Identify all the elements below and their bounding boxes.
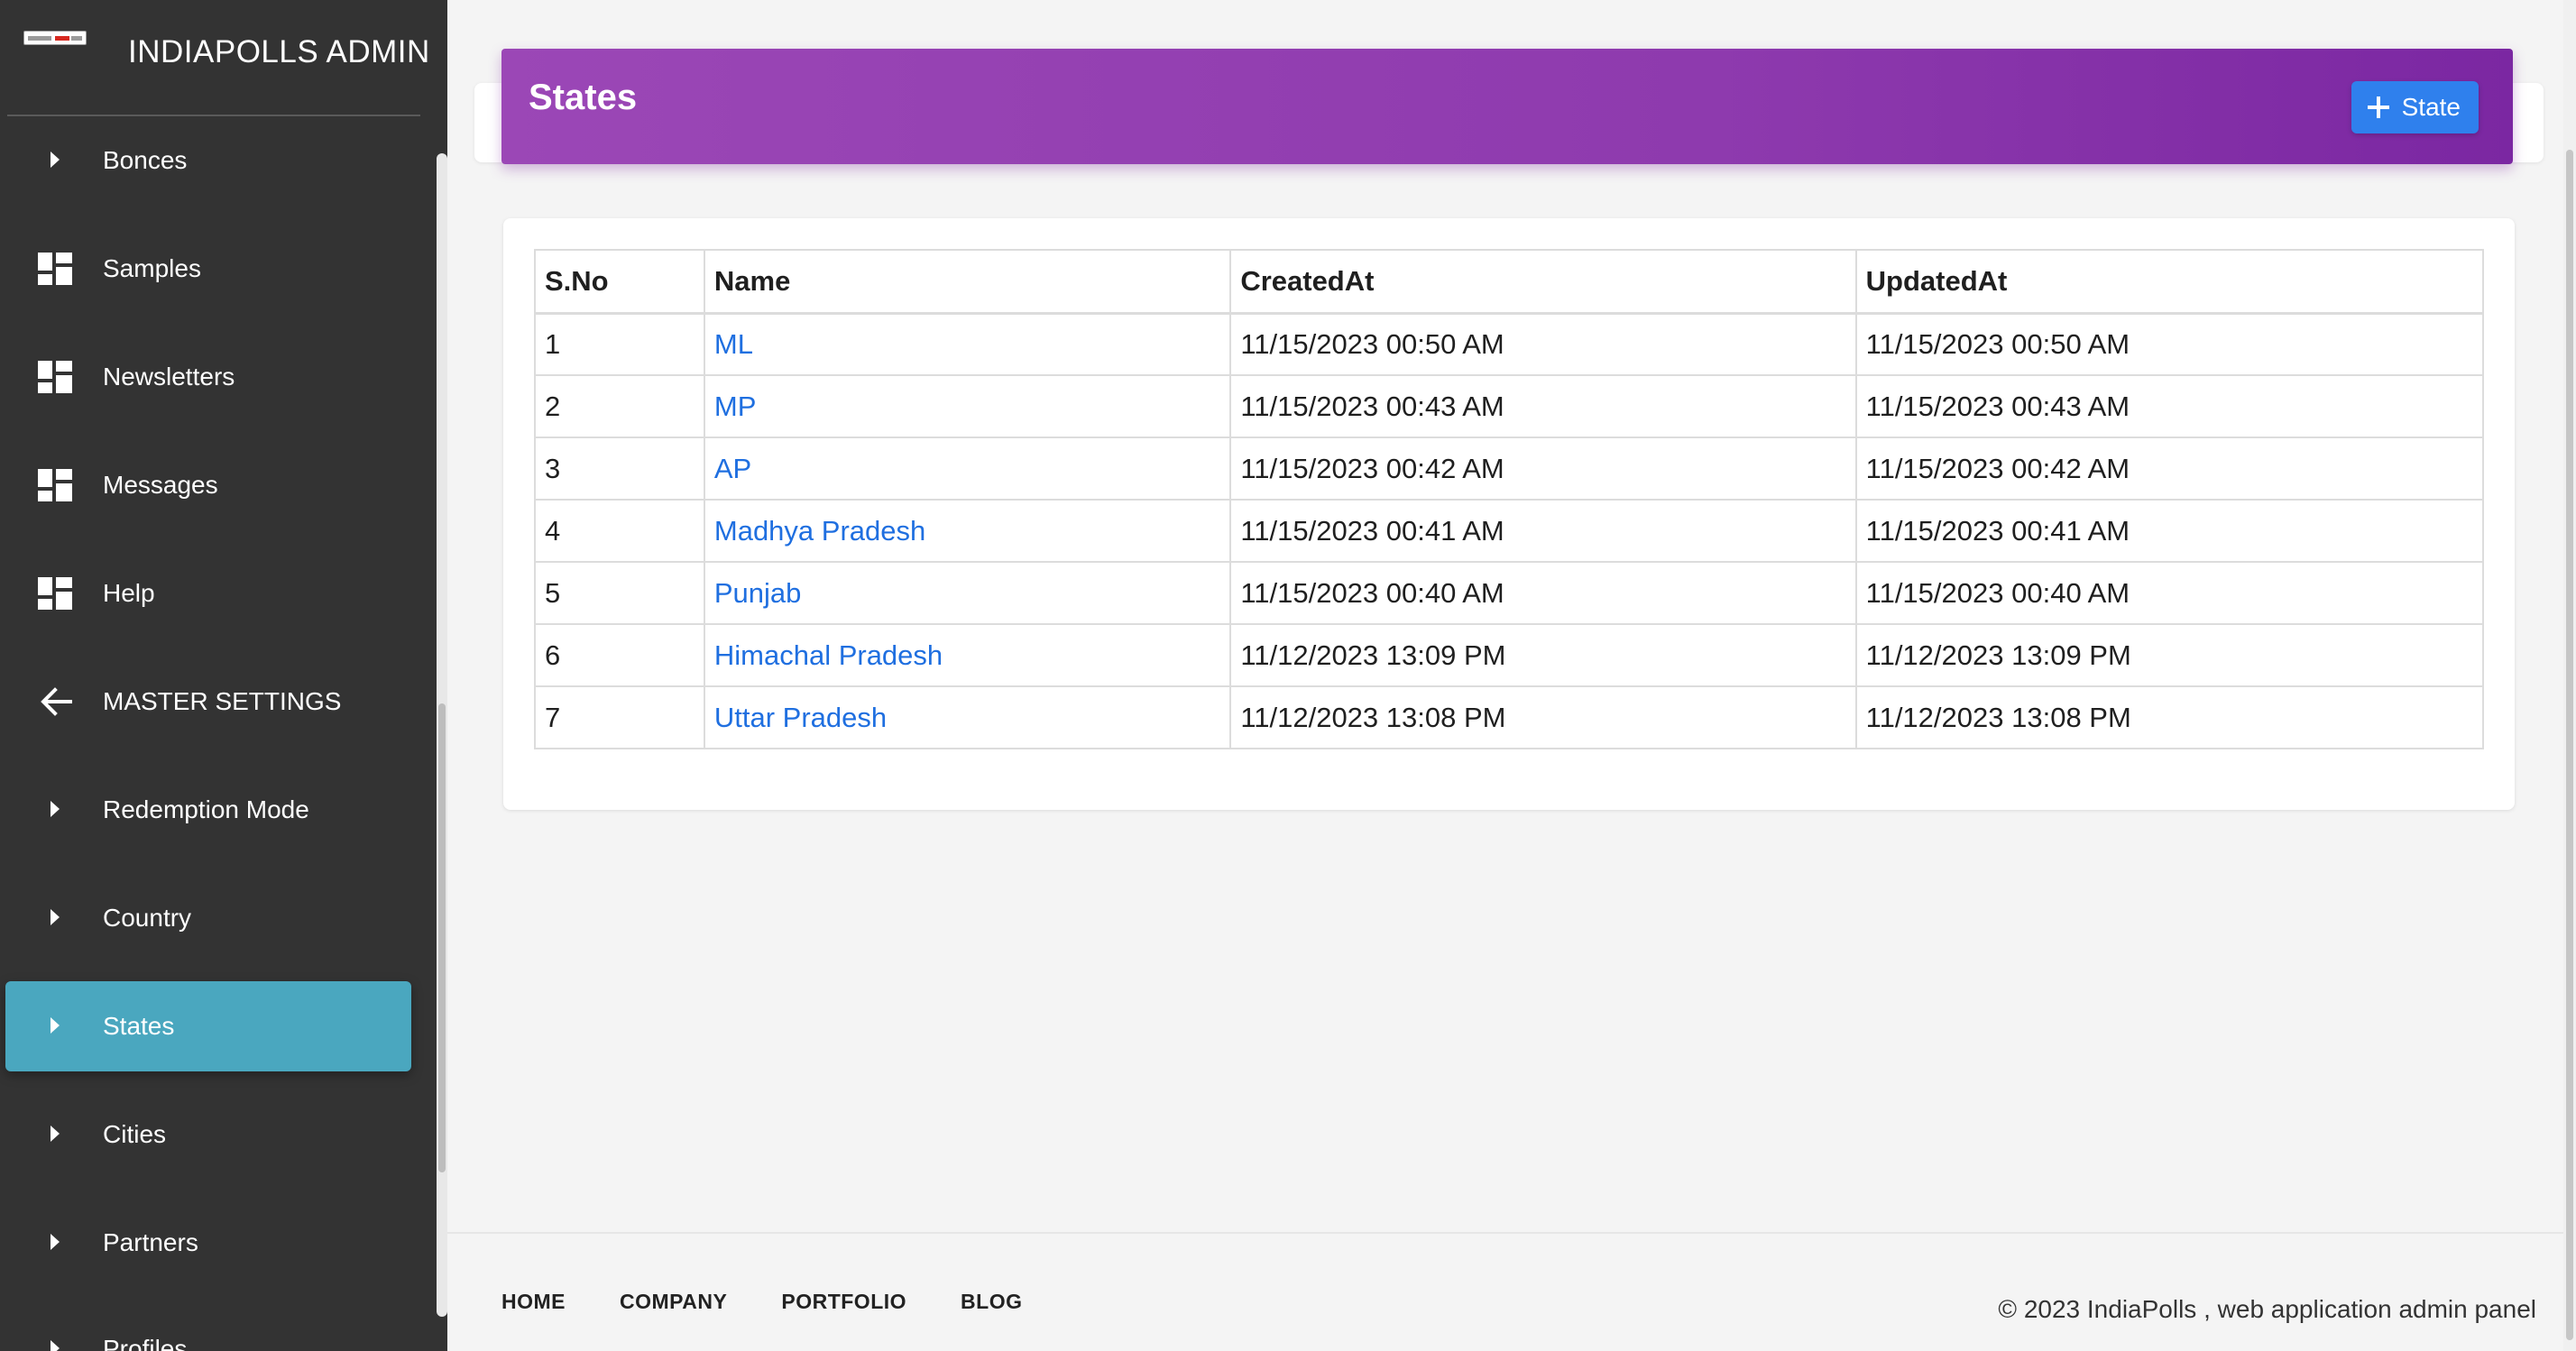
sidebar-item-messages[interactable]: Messages (5, 440, 411, 530)
copyright-text: © 2023 IndiaPolls , web application admi… (1998, 1295, 2536, 1323)
sidebar-item-label: Bonces (103, 146, 188, 174)
footer-link-company[interactable]: COMPANY (620, 1290, 727, 1314)
caret-right-icon (51, 1234, 60, 1250)
caret-right-icon (51, 909, 60, 925)
cell-updated-at: 11/15/2023 00:40 AM (1854, 561, 2485, 625)
sidebar-item-country[interactable]: Country (5, 873, 411, 963)
footer-link-home[interactable]: HOME (501, 1290, 566, 1314)
sidebar-scrollbar-thumb[interactable] (438, 703, 446, 1172)
table-row: 4 Madhya Pradesh 11/15/2023 00:41 AM 11/… (534, 499, 2485, 563)
add-state-button[interactable]: State (2351, 81, 2479, 133)
table-row: 7 Uttar Pradesh 11/12/2023 13:08 PM 11/1… (534, 685, 2485, 749)
table-row: 6 Himachal Pradesh 11/12/2023 13:09 PM 1… (534, 623, 2485, 687)
sidebar-item-help[interactable]: Help (5, 548, 411, 639)
sidebar-item-label: Country (103, 904, 192, 932)
dashboard-icon (38, 361, 72, 393)
caret-right-icon (51, 1340, 60, 1351)
table-header-row: S.No Name CreatedAt UpdatedAt (534, 249, 2485, 315)
app-title: INDIAPOLLS ADMIN (128, 34, 430, 69)
sidebar-item-cities[interactable]: Cities (5, 1089, 411, 1180)
footer: HOME COMPANY PORTFOLIO BLOG © 2023 India… (447, 1232, 2563, 1351)
sidebar-item-samples[interactable]: Samples (5, 224, 411, 314)
cell-sno: 5 (534, 561, 705, 625)
sidebar-item-label: MASTER SETTINGS (103, 687, 342, 715)
sidebar-item-label: Samples (103, 254, 201, 282)
sidebar-item-label: Messages (103, 471, 218, 499)
footer-nav: HOME COMPANY PORTFOLIO BLOG (501, 1290, 1022, 1314)
table-row: 3 AP 11/15/2023 00:42 AM 11/15/2023 00:4… (534, 437, 2485, 501)
cell-sno: 2 (534, 374, 705, 438)
cell-created-at: 11/12/2023 13:09 PM (1229, 623, 1857, 687)
main-content: States State S.No Name CreatedAt Updated… (447, 0, 2563, 1351)
state-name-link[interactable]: Madhya Pradesh (714, 515, 925, 547)
caret-right-icon (51, 152, 60, 168)
page-title: States (529, 78, 638, 117)
states-table-card: S.No Name CreatedAt UpdatedAt 1 ML 11/15… (503, 218, 2515, 810)
sidebar-item-newsletters[interactable]: Newsletters (5, 332, 411, 422)
cell-sno: 6 (534, 623, 705, 687)
footer-link-portfolio[interactable]: PORTFOLIO (781, 1290, 906, 1314)
column-header-createdat[interactable]: CreatedAt (1229, 249, 1857, 315)
cell-sno: 3 (534, 437, 705, 501)
sidebar-item-label: Cities (103, 1120, 167, 1148)
caret-right-icon (51, 801, 60, 817)
cell-updated-at: 11/15/2023 00:50 AM (1854, 312, 2485, 376)
sidebar-item-label: States (103, 1012, 175, 1040)
state-name-link[interactable]: ML (714, 328, 753, 360)
plus-icon (2367, 96, 2389, 118)
dashboard-icon (38, 253, 72, 285)
cell-created-at: 11/15/2023 00:41 AM (1229, 499, 1857, 563)
cell-updated-at: 11/15/2023 00:41 AM (1854, 499, 2485, 563)
cell-created-at: 11/15/2023 00:50 AM (1229, 312, 1857, 376)
sidebar-item-label: Partners (103, 1228, 198, 1256)
sidebar-item-states[interactable]: States (5, 981, 411, 1071)
sidebar-item-bonces[interactable]: Bonces (5, 115, 411, 206)
column-header-updatedat[interactable]: UpdatedAt (1854, 249, 2485, 315)
dashboard-icon (38, 469, 72, 501)
cell-sno: 4 (534, 499, 705, 563)
sidebar: INDIAPOLLS ADMIN Bonces Samples Newslett… (0, 0, 447, 1351)
cell-updated-at: 11/12/2023 13:09 PM (1854, 623, 2485, 687)
sidebar-item-label: Newsletters (103, 363, 235, 391)
footer-link-blog[interactable]: BLOG (961, 1290, 1022, 1314)
cell-updated-at: 11/15/2023 00:43 AM (1854, 374, 2485, 438)
state-name-link[interactable]: AP (714, 453, 751, 484)
table-row: 1 ML 11/15/2023 00:50 AM 11/15/2023 00:5… (534, 312, 2485, 376)
add-state-button-label: State (2401, 93, 2461, 121)
column-header-name[interactable]: Name (703, 249, 1232, 315)
sidebar-item-label: Redemption Mode (103, 795, 309, 823)
cell-updated-at: 11/12/2023 13:08 PM (1854, 685, 2485, 749)
state-name-link[interactable]: Punjab (714, 577, 802, 609)
column-header-sno[interactable]: S.No (534, 249, 705, 315)
cell-created-at: 11/15/2023 00:40 AM (1229, 561, 1857, 625)
cell-updated-at: 11/15/2023 00:42 AM (1854, 437, 2485, 501)
states-table: S.No Name CreatedAt UpdatedAt 1 ML 11/15… (534, 249, 2485, 749)
table-row: 5 Punjab 11/15/2023 00:40 AM 11/15/2023 … (534, 561, 2485, 625)
cell-sno: 7 (534, 685, 705, 749)
brand-header: INDIAPOLLS ADMIN (0, 0, 447, 116)
page-header: States State (501, 49, 2513, 164)
main-scrollbar-thumb[interactable] (2566, 150, 2573, 1340)
dashboard-icon (38, 577, 72, 610)
logo[interactable] (23, 31, 87, 45)
sidebar-item-partners[interactable]: Partners (5, 1198, 411, 1288)
sidebar-item-label: Profiles (103, 1335, 188, 1351)
sidebar-item-profiles[interactable]: Profiles (5, 1304, 411, 1351)
caret-right-icon (51, 1126, 60, 1142)
caret-right-icon (51, 1017, 60, 1034)
cell-created-at: 11/12/2023 13:08 PM (1229, 685, 1857, 749)
sidebar-item-master-settings[interactable]: MASTER SETTINGS (5, 657, 411, 747)
cell-sno: 1 (534, 312, 705, 376)
arrow-left-icon (41, 687, 72, 716)
sidebar-item-redemption-mode[interactable]: Redemption Mode (5, 765, 411, 855)
table-row: 2 MP 11/15/2023 00:43 AM 11/15/2023 00:4… (534, 374, 2485, 438)
sidebar-item-label: Help (103, 579, 155, 607)
state-name-link[interactable]: Himachal Pradesh (714, 639, 943, 671)
state-name-link[interactable]: MP (714, 391, 757, 422)
cell-created-at: 11/15/2023 00:43 AM (1229, 374, 1857, 438)
state-name-link[interactable]: Uttar Pradesh (714, 702, 887, 733)
cell-created-at: 11/15/2023 00:42 AM (1229, 437, 1857, 501)
